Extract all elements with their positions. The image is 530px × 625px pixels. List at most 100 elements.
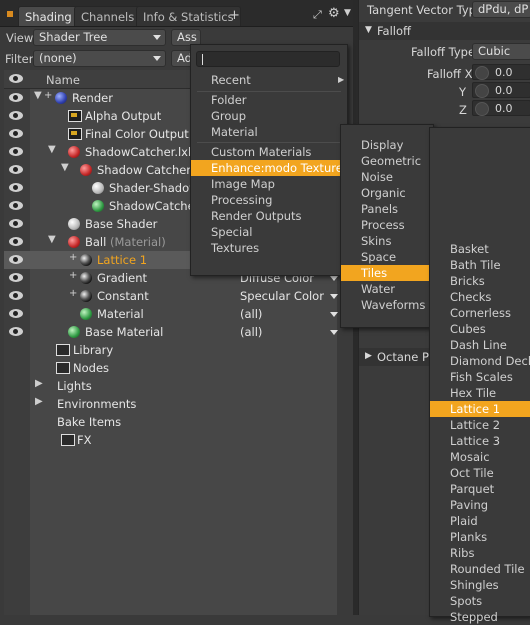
menu-item-panels[interactable]: Panels	[341, 201, 433, 217]
effect-value[interactable]: (all)	[240, 325, 262, 339]
menu-item-basket[interactable]: Basket	[430, 241, 530, 257]
plus-icon[interactable]: +	[69, 270, 77, 281]
menu-item-planks[interactable]: Planks	[430, 529, 530, 545]
menu-item-enhance-modo-textures[interactable]: Enhance:modo Textures	[191, 160, 349, 176]
animate-icon[interactable]	[475, 84, 489, 98]
menu-item-display[interactable]: Display	[341, 137, 433, 153]
eye-icon[interactable]	[9, 129, 23, 138]
chevron-down-icon[interactable]	[330, 294, 338, 299]
menu-item-checks[interactable]: Checks	[430, 289, 530, 305]
menu-item-mosaic[interactable]: Mosaic	[430, 449, 530, 465]
eye-icon[interactable]	[9, 201, 23, 210]
tab-channels[interactable]: Channels	[74, 6, 142, 26]
menu-item-cubes[interactable]: Cubes	[430, 321, 530, 337]
eye-icon[interactable]	[9, 255, 23, 264]
menu-item-shingles[interactable]: Shingles	[430, 577, 530, 593]
tree-row-environments[interactable]: ▶ Environments	[4, 395, 337, 413]
menu-item-fish-scales[interactable]: Fish Scales	[430, 369, 530, 385]
tree-row-base-material[interactable]: Base Material (all)	[4, 323, 338, 341]
effect-value[interactable]: (all)	[240, 307, 262, 321]
menu-item-plaid[interactable]: Plaid	[430, 513, 530, 529]
animate-icon[interactable]	[475, 66, 489, 80]
expand-arrow-icon[interactable]: ▶	[35, 396, 43, 407]
falloff-z-field[interactable]: 0.0	[472, 100, 530, 116]
menu-arrow-icon[interactable]: ▼	[344, 8, 351, 18]
menu-item-space[interactable]: Space	[341, 249, 433, 265]
menu-item-image-map[interactable]: Image Map	[191, 176, 347, 192]
menu-item-textures[interactable]: Textures	[191, 240, 347, 256]
expand-arrow-icon[interactable]: ▶	[35, 378, 43, 389]
tree-row-material[interactable]: Material (all)	[4, 305, 338, 323]
tangent-vector-dropdown[interactable]: dPdu, dP	[472, 1, 530, 18]
menu-item-parquet[interactable]: Parquet	[430, 481, 530, 497]
menu-item-organic[interactable]: Organic	[341, 185, 433, 201]
menu-item-lattice-3[interactable]: Lattice 3	[430, 433, 530, 449]
eye-icon[interactable]	[9, 291, 23, 300]
menu-item-bath-tile[interactable]: Bath Tile	[430, 257, 530, 273]
falloff-x-field[interactable]: 0.0	[472, 64, 530, 80]
expand-arrow-icon[interactable]: ▼	[34, 90, 42, 101]
tree-row-constant[interactable]: + Constant Specular Color	[4, 287, 338, 305]
eye-icon[interactable]	[9, 111, 23, 120]
menu-item-ribs[interactable]: Ribs	[430, 545, 530, 561]
tree-row-fx[interactable]: FX	[4, 431, 337, 449]
menu-item-diamond-deck[interactable]: Diamond Deck	[430, 353, 530, 369]
expand-arrow-icon[interactable]: ▼	[48, 234, 56, 245]
menu-item-waveforms[interactable]: Waveforms	[341, 297, 433, 313]
eye-icon[interactable]	[9, 273, 23, 282]
effect-value[interactable]: Specular Color	[240, 289, 324, 303]
eye-icon[interactable]	[9, 147, 23, 156]
menu-item-noise[interactable]: Noise	[341, 169, 433, 185]
menu-item-dash-line[interactable]: Dash Line	[430, 337, 530, 353]
menu-item-tiles[interactable]: Tiles	[341, 265, 433, 281]
chevron-down-icon[interactable]	[330, 276, 338, 281]
gear-icon[interactable]: ⚙	[328, 6, 340, 21]
add-tab-button[interactable]: +	[229, 8, 240, 23]
eye-icon[interactable]	[9, 219, 23, 228]
menu-search-input[interactable]	[196, 51, 340, 67]
falloff-section-header[interactable]: ▼ Falloff	[359, 22, 530, 40]
animate-icon[interactable]	[475, 102, 489, 116]
menu-item-material[interactable]: Material	[191, 124, 347, 140]
tree-row-bake-items[interactable]: Bake Items	[4, 413, 337, 431]
menu-item-rounded-tile[interactable]: Rounded Tile	[430, 561, 530, 577]
expand-arrow-icon[interactable]: ▼	[48, 144, 56, 155]
tab-shading[interactable]: Shading	[18, 6, 79, 26]
menu-item-custom-materials[interactable]: Custom Materials	[191, 144, 347, 160]
menu-item-water[interactable]: Water	[341, 281, 433, 297]
eye-icon[interactable]	[9, 165, 23, 174]
menu-item-lattice-1[interactable]: Lattice 1	[430, 401, 530, 417]
menu-item-folder[interactable]: Folder	[191, 92, 347, 108]
filter-dropdown[interactable]: (none)	[33, 50, 166, 67]
menu-item-lattice-2[interactable]: Lattice 2	[430, 417, 530, 433]
column-header-name[interactable]: Name	[46, 73, 80, 87]
menu-item-process[interactable]: Process	[341, 217, 433, 233]
eye-icon[interactable]	[9, 183, 23, 192]
menu-item-cornerless[interactable]: Cornerless	[430, 305, 530, 321]
menu-item-hex-tile[interactable]: Hex Tile	[430, 385, 530, 401]
view-dropdown[interactable]: Shader Tree	[33, 29, 166, 46]
menu-item-group[interactable]: Group	[191, 108, 347, 124]
menu-item-geometric[interactable]: Geometric	[341, 153, 433, 169]
menu-item-oct-tile[interactable]: Oct Tile	[430, 465, 530, 481]
menu-item-skins[interactable]: Skins	[341, 233, 433, 249]
eye-icon[interactable]	[9, 309, 23, 318]
expand-arrow-icon[interactable]: ▼	[61, 162, 69, 173]
falloff-type-dropdown[interactable]: Cubic	[472, 43, 530, 60]
falloff-y-field[interactable]: 0.0	[472, 82, 530, 98]
chevron-down-icon[interactable]	[330, 330, 338, 335]
menu-item-recent[interactable]: Recent	[191, 72, 347, 88]
eye-icon[interactable]	[9, 327, 23, 336]
eye-icon[interactable]	[9, 93, 23, 102]
menu-item-render-outputs[interactable]: Render Outputs	[191, 208, 347, 224]
tree-row-library[interactable]: Library	[4, 341, 337, 359]
plus-icon[interactable]: +	[69, 252, 77, 263]
menu-item-special[interactable]: Special	[191, 224, 347, 240]
plus-icon[interactable]: +	[44, 90, 52, 101]
menu-item-processing[interactable]: Processing	[191, 192, 347, 208]
menu-item-paving[interactable]: Paving	[430, 497, 530, 513]
eye-icon[interactable]	[9, 237, 23, 246]
tree-row-nodes[interactable]: Nodes	[4, 359, 337, 377]
menu-item-stepped[interactable]: Stepped	[430, 609, 530, 625]
tree-row-lights[interactable]: ▶ Lights	[4, 377, 337, 395]
